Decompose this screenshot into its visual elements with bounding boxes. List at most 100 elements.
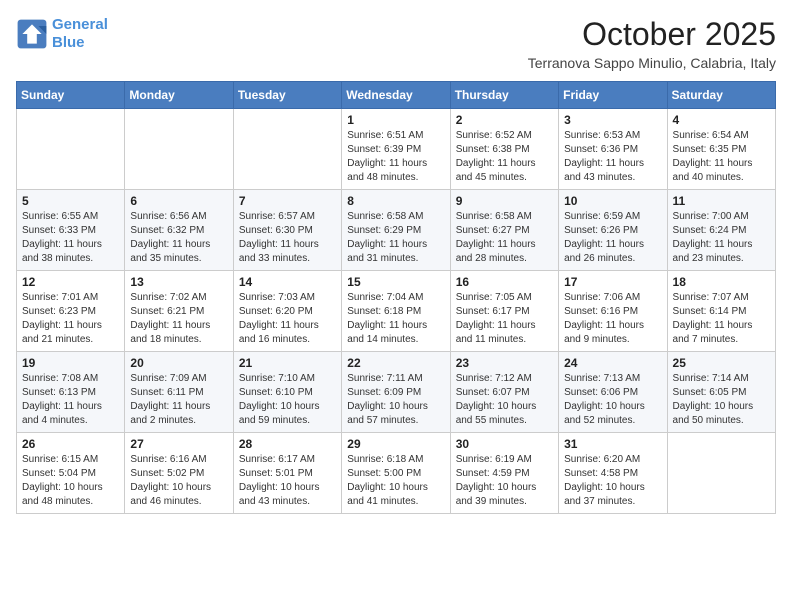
page-header: General Blue October 2025 Terranova Sapp… <box>16 16 776 71</box>
day-number: 9 <box>456 194 553 208</box>
calendar-cell: 23 Sunrise: 7:12 AMSunset: 6:07 PMDayligh… <box>450 352 558 433</box>
day-number: 4 <box>673 113 770 127</box>
calendar-cell: 14 Sunrise: 7:03 AMSunset: 6:20 PMDayligh… <box>233 271 341 352</box>
day-number: 31 <box>564 437 661 451</box>
day-number: 8 <box>347 194 444 208</box>
calendar-week-row: 19 Sunrise: 7:08 AMSunset: 6:13 PMDayligh… <box>17 352 776 433</box>
day-info: Sunrise: 6:59 AMSunset: 6:26 PMDaylight:… <box>564 210 661 266</box>
calendar-week-row: 5Sunrise: 6:55 AMSunset: 6:33 PMDaylight… <box>17 190 776 271</box>
day-info: Sunrise: 7:08 AMSunset: 6:13 PMDaylight:… <box>22 372 119 428</box>
day-info: Sunrise: 6:58 AMSunset: 6:27 PMDaylight:… <box>456 210 553 266</box>
calendar-cell: 5Sunrise: 6:55 AMSunset: 6:33 PMDaylight… <box>17 190 125 271</box>
day-info: Sunrise: 7:04 AMSunset: 6:18 PMDaylight:… <box>347 291 444 347</box>
month-title: October 2025 <box>528 16 776 53</box>
calendar-cell: 21 Sunrise: 7:10 AMSunset: 6:10 PMDayligh… <box>233 352 341 433</box>
calendar-cell: 4 Sunrise: 6:54 AMSunset: 6:35 PMDaylight… <box>667 109 775 190</box>
calendar-cell: 20Sunrise: 7:09 AMSunset: 6:11 PMDayligh… <box>125 352 233 433</box>
day-number: 27 <box>130 437 227 451</box>
weekday-header: Monday <box>125 82 233 109</box>
calendar-cell: 17 Sunrise: 7:06 AMSunset: 6:16 PMDayligh… <box>559 271 667 352</box>
weekday-header: Wednesday <box>342 82 450 109</box>
weekday-header: Thursday <box>450 82 558 109</box>
calendar-cell: 16Sunrise: 7:05 AMSunset: 6:17 PMDayligh… <box>450 271 558 352</box>
day-info: Sunrise: 7:03 AMSunset: 6:20 PMDaylight:… <box>239 291 336 347</box>
calendar-cell: 31Sunrise: 6:20 AMSunset: 4:58 PMDayligh… <box>559 433 667 514</box>
calendar-cell <box>17 109 125 190</box>
day-info: Sunrise: 7:00 AMSunset: 6:24 PMDaylight:… <box>673 210 770 266</box>
calendar-cell: 12 Sunrise: 7:01 AMSunset: 6:23 PMDayligh… <box>17 271 125 352</box>
calendar-cell: 28 Sunrise: 6:17 AMSunset: 5:01 PMDayligh… <box>233 433 341 514</box>
day-info: Sunrise: 7:09 AMSunset: 6:11 PMDaylight:… <box>130 372 227 428</box>
day-number: 25 <box>673 356 770 370</box>
day-info: Sunrise: 6:54 AMSunset: 6:35 PMDaylight:… <box>673 129 770 185</box>
day-number: 12 <box>22 275 119 289</box>
calendar-cell <box>233 109 341 190</box>
day-number: 13 <box>130 275 227 289</box>
calendar-week-row: 26Sunrise: 6:15 AMSunset: 5:04 PMDayligh… <box>17 433 776 514</box>
calendar-cell: 13 Sunrise: 7:02 AMSunset: 6:21 PMDayligh… <box>125 271 233 352</box>
day-number: 1 <box>347 113 444 127</box>
calendar-cell: 18 Sunrise: 7:07 AMSunset: 6:14 PMDayligh… <box>667 271 775 352</box>
day-info: Sunrise: 7:12 AMSunset: 6:07 PMDaylight:… <box>456 372 553 428</box>
day-number: 28 <box>239 437 336 451</box>
calendar-cell: 6Sunrise: 6:56 AMSunset: 6:32 PMDaylight… <box>125 190 233 271</box>
day-info: Sunrise: 6:18 AMSunset: 5:00 PMDaylight:… <box>347 453 444 509</box>
day-info: Sunrise: 6:17 AMSunset: 5:01 PMDaylight:… <box>239 453 336 509</box>
day-info: Sunrise: 7:10 AMSunset: 6:10 PMDaylight:… <box>239 372 336 428</box>
weekday-header: Sunday <box>17 82 125 109</box>
calendar-header-row: SundayMondayTuesdayWednesdayThursdayFrid… <box>17 82 776 109</box>
calendar-cell: 2Sunrise: 6:52 AMSunset: 6:38 PMDaylight… <box>450 109 558 190</box>
logo-text: General Blue <box>52 16 108 52</box>
day-info: Sunrise: 6:16 AMSunset: 5:02 PMDaylight:… <box>130 453 227 509</box>
day-number: 16 <box>456 275 553 289</box>
calendar-cell: 26Sunrise: 6:15 AMSunset: 5:04 PMDayligh… <box>17 433 125 514</box>
calendar-cell: 7Sunrise: 6:57 AMSunset: 6:30 PMDaylight… <box>233 190 341 271</box>
day-info: Sunrise: 7:13 AMSunset: 6:06 PMDaylight:… <box>564 372 661 428</box>
day-info: Sunrise: 7:14 AMSunset: 6:05 PMDaylight:… <box>673 372 770 428</box>
calendar-cell: 10 Sunrise: 6:59 AMSunset: 6:26 PMDayligh… <box>559 190 667 271</box>
day-info: Sunrise: 7:01 AMSunset: 6:23 PMDaylight:… <box>22 291 119 347</box>
day-info: Sunrise: 6:52 AMSunset: 6:38 PMDaylight:… <box>456 129 553 185</box>
day-number: 15 <box>347 275 444 289</box>
day-info: Sunrise: 6:56 AMSunset: 6:32 PMDaylight:… <box>130 210 227 266</box>
calendar-cell: 19 Sunrise: 7:08 AMSunset: 6:13 PMDayligh… <box>17 352 125 433</box>
day-number: 10 <box>564 194 661 208</box>
day-info: Sunrise: 6:15 AMSunset: 5:04 PMDaylight:… <box>22 453 119 509</box>
logo-icon <box>16 18 48 50</box>
day-number: 18 <box>673 275 770 289</box>
day-info: Sunrise: 7:02 AMSunset: 6:21 PMDaylight:… <box>130 291 227 347</box>
day-number: 14 <box>239 275 336 289</box>
calendar-cell: 24 Sunrise: 7:13 AMSunset: 6:06 PMDayligh… <box>559 352 667 433</box>
calendar-cell: 30 Sunrise: 6:19 AMSunset: 4:59 PMDayligh… <box>450 433 558 514</box>
calendar-week-row: 1 Sunrise: 6:51 AMSunset: 6:39 PMDaylight… <box>17 109 776 190</box>
day-info: Sunrise: 6:53 AMSunset: 6:36 PMDaylight:… <box>564 129 661 185</box>
day-number: 11 <box>673 194 770 208</box>
day-number: 21 <box>239 356 336 370</box>
day-number: 29 <box>347 437 444 451</box>
weekday-header: Saturday <box>667 82 775 109</box>
calendar-cell <box>125 109 233 190</box>
calendar-cell: 29 Sunrise: 6:18 AMSunset: 5:00 PMDayligh… <box>342 433 450 514</box>
day-number: 30 <box>456 437 553 451</box>
weekday-header: Tuesday <box>233 82 341 109</box>
calendar-cell: 11 Sunrise: 7:00 AMSunset: 6:24 PMDayligh… <box>667 190 775 271</box>
title-block: October 2025 Terranova Sappo Minulio, Ca… <box>528 16 776 71</box>
day-info: Sunrise: 6:55 AMSunset: 6:33 PMDaylight:… <box>22 210 119 266</box>
day-info: Sunrise: 6:51 AMSunset: 6:39 PMDaylight:… <box>347 129 444 185</box>
logo: General Blue <box>16 16 108 52</box>
day-info: Sunrise: 7:11 AMSunset: 6:09 PMDaylight:… <box>347 372 444 428</box>
calendar-cell: 3Sunrise: 6:53 AMSunset: 6:36 PMDaylight… <box>559 109 667 190</box>
calendar-table: SundayMondayTuesdayWednesdayThursdayFrid… <box>16 81 776 514</box>
day-number: 17 <box>564 275 661 289</box>
day-info: Sunrise: 6:19 AMSunset: 4:59 PMDaylight:… <box>456 453 553 509</box>
day-info: Sunrise: 7:06 AMSunset: 6:16 PMDaylight:… <box>564 291 661 347</box>
calendar-cell: 9 Sunrise: 6:58 AMSunset: 6:27 PMDaylight… <box>450 190 558 271</box>
calendar-cell: 25 Sunrise: 7:14 AMSunset: 6:05 PMDayligh… <box>667 352 775 433</box>
day-number: 23 <box>456 356 553 370</box>
day-info: Sunrise: 7:07 AMSunset: 6:14 PMDaylight:… <box>673 291 770 347</box>
day-number: 24 <box>564 356 661 370</box>
calendar-cell: 27 Sunrise: 6:16 AMSunset: 5:02 PMDayligh… <box>125 433 233 514</box>
calendar-cell <box>667 433 775 514</box>
day-number: 19 <box>22 356 119 370</box>
calendar-cell: 1 Sunrise: 6:51 AMSunset: 6:39 PMDaylight… <box>342 109 450 190</box>
